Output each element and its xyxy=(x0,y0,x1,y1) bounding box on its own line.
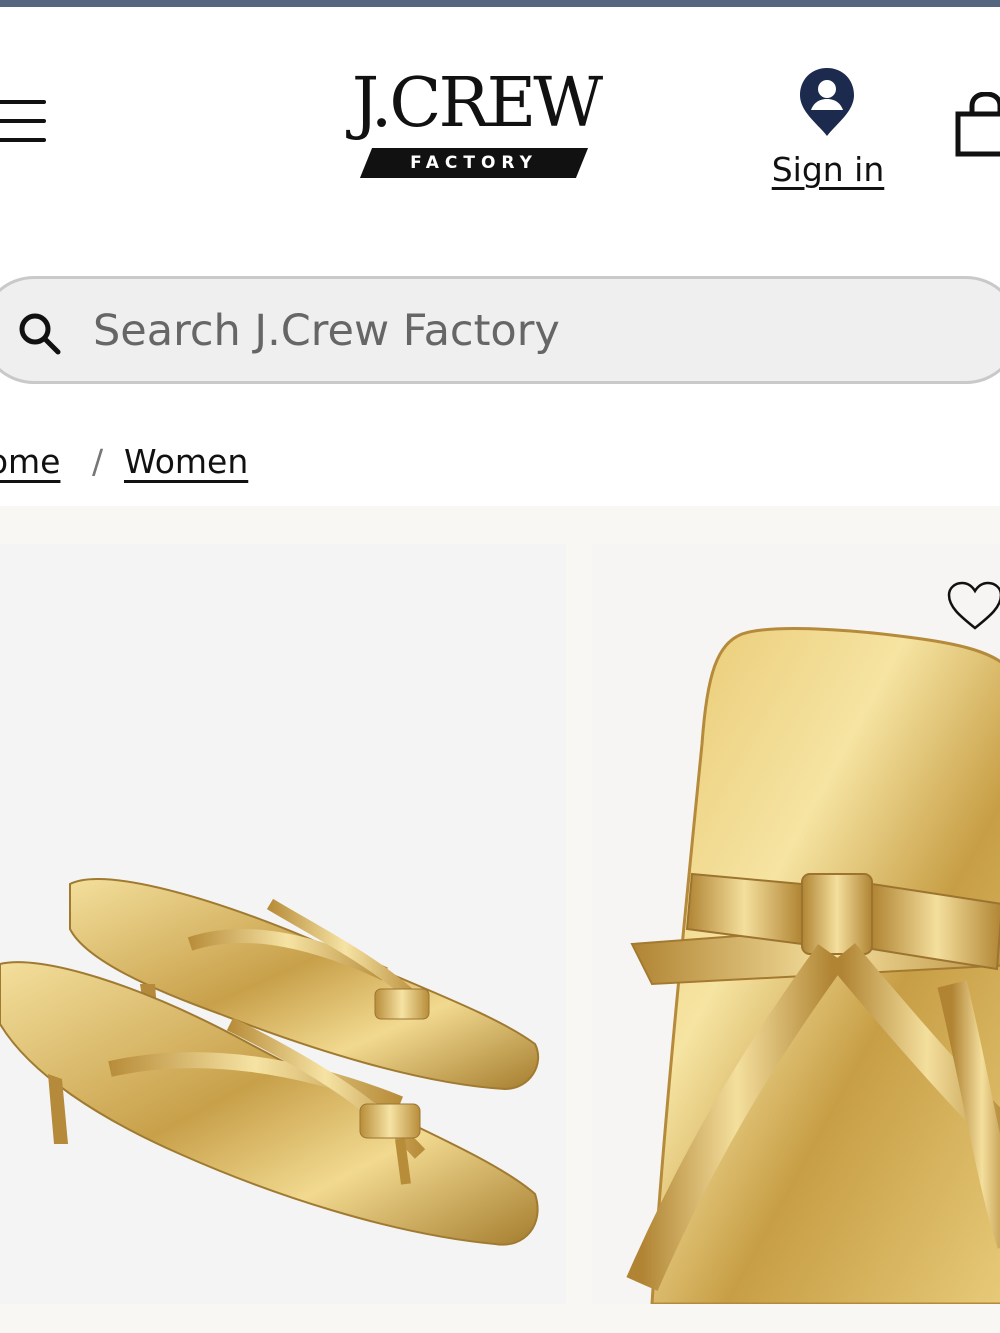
product-gallery xyxy=(0,506,1000,1333)
search-input[interactable] xyxy=(93,299,973,363)
top-accent-bar xyxy=(0,0,1000,7)
brand-logo[interactable]: J.CREW FACTORY xyxy=(326,64,626,184)
brand-sub-label: FACTORY xyxy=(410,153,538,173)
sign-in-link[interactable]: Sign in xyxy=(760,150,896,189)
breadcrumb-home-link[interactable]: Home xyxy=(0,442,60,481)
hamburger-menu-icon[interactable] xyxy=(0,100,48,142)
search-icon xyxy=(19,313,61,355)
account-signin[interactable]: Sign in xyxy=(760,66,896,196)
heart-icon[interactable] xyxy=(946,580,1000,632)
product-image-pair[interactable] xyxy=(0,544,566,1304)
breadcrumb-separator: / xyxy=(92,442,104,481)
brand-wordmark: J.CREW xyxy=(351,64,603,143)
product-image-detail[interactable] xyxy=(592,544,1000,1304)
breadcrumb-women-link[interactable]: Women xyxy=(124,442,248,481)
shopping-bag-icon[interactable] xyxy=(952,92,1000,158)
account-pin-icon xyxy=(800,68,854,136)
search-bar[interactable] xyxy=(0,276,1000,384)
